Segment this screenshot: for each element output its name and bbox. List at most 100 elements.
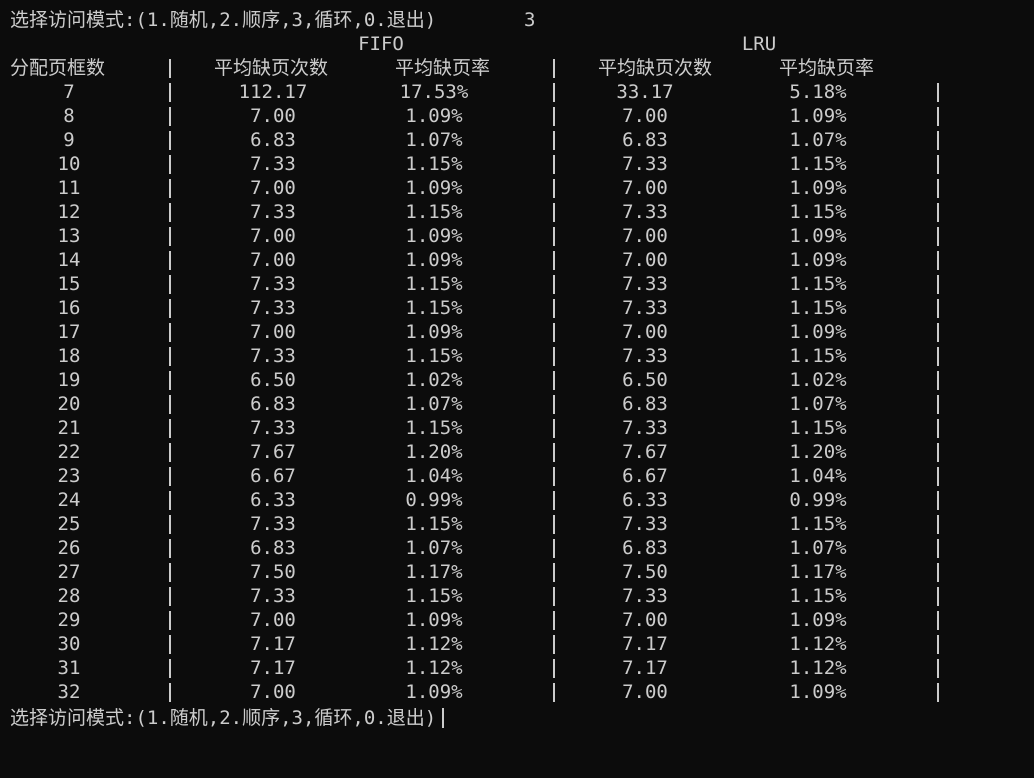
lru-rate-cell: 1.17% xyxy=(789,561,847,583)
column-separator xyxy=(937,203,939,222)
column-separator xyxy=(169,299,171,318)
column-separator xyxy=(553,443,555,462)
table-row: 31 7.17 1.12% 7.17 1.12% xyxy=(0,656,1034,680)
prompt-text: 选择访问模式:(1.随机,2.顺序,3,循环,0.退出) xyxy=(10,9,437,31)
fifo-rate-cell: 1.09% xyxy=(405,225,463,247)
column-separator xyxy=(169,467,171,486)
lru-faults-cell: 7.33 xyxy=(622,273,668,295)
column-separator xyxy=(169,227,171,246)
fifo-faults-cell: 6.33 xyxy=(250,489,296,511)
fifo-rate-cell: 1.15% xyxy=(405,201,463,223)
lru-faults-cell: 7.00 xyxy=(622,681,668,703)
fifo-faults-cell: 7.00 xyxy=(250,681,296,703)
column-separator xyxy=(937,635,939,654)
column-separator xyxy=(937,419,939,438)
column-separator xyxy=(553,563,555,582)
column-separator xyxy=(937,659,939,678)
column-separator xyxy=(553,275,555,294)
fifo-faults-cell: 7.67 xyxy=(250,441,296,463)
fifo-rate-cell: 1.15% xyxy=(405,345,463,367)
lru-rate-cell: 1.15% xyxy=(789,297,847,319)
fifo-rate-cell: 1.12% xyxy=(405,633,463,655)
fifo-rate-cell: 1.07% xyxy=(405,129,463,151)
column-separator xyxy=(937,83,939,102)
column-separator xyxy=(169,563,171,582)
frames-cell: 31 xyxy=(57,657,81,679)
column-separator xyxy=(937,323,939,342)
lru-rate-cell: 1.20% xyxy=(789,441,847,463)
prompt-input: 3 xyxy=(524,9,536,31)
table-row: 25 7.33 1.15% 7.33 1.15% xyxy=(0,512,1034,536)
frames-cell: 20 xyxy=(57,393,81,415)
lru-rate-cell: 1.15% xyxy=(789,201,847,223)
column-separator xyxy=(937,395,939,414)
prompt-text: 选择访问模式:(1.随机,2.顺序,3,循环,0.退出) xyxy=(10,706,445,730)
column-separator xyxy=(169,131,171,150)
fifo-faults-cell: 7.33 xyxy=(250,345,296,367)
column-separator xyxy=(169,395,171,414)
column-separator xyxy=(169,107,171,126)
column-separator xyxy=(937,515,939,534)
fifo-rate-cell: 1.09% xyxy=(405,681,463,703)
column-separator xyxy=(169,179,171,198)
lru-rate-cell: 1.09% xyxy=(789,321,847,343)
column-separator xyxy=(937,587,939,606)
fifo-rate-cell: 1.17% xyxy=(405,561,463,583)
frames-cell: 17 xyxy=(57,321,81,343)
lru-faults-cell: 7.67 xyxy=(622,441,668,463)
column-separator xyxy=(553,131,555,150)
table-row: 15 7.33 1.15% 7.33 1.15% xyxy=(0,272,1034,296)
table-row: 20 6.83 1.07% 6.83 1.07% xyxy=(0,392,1034,416)
fifo-rate-cell: 1.07% xyxy=(405,393,463,415)
lru-rate-cell: 1.09% xyxy=(789,225,847,247)
lru-rate-cell: 1.15% xyxy=(789,345,847,367)
header-fifo-faults: 平均缺页次数 xyxy=(214,57,329,79)
fifo-faults-cell: 7.00 xyxy=(250,225,296,247)
table-row: 17 7.00 1.09% 7.00 1.09% xyxy=(0,320,1034,344)
fifo-faults-cell: 6.83 xyxy=(250,393,296,415)
column-separator xyxy=(169,635,171,654)
lru-rate-cell: 1.07% xyxy=(789,393,847,415)
lru-rate-cell: 1.02% xyxy=(789,369,847,391)
column-separator xyxy=(937,539,939,558)
terminal-window[interactable]: 选择访问模式:(1.随机,2.顺序,3,循环,0.退出) 3 FIFO LRU … xyxy=(0,0,1034,739)
column-separator xyxy=(937,347,939,366)
lru-faults-cell: 7.33 xyxy=(622,297,668,319)
fifo-faults-cell: 7.33 xyxy=(250,297,296,319)
fifo-rate-cell: 1.20% xyxy=(405,441,463,463)
lru-faults-cell: 7.00 xyxy=(622,177,668,199)
frames-cell: 14 xyxy=(57,249,81,271)
lru-rate-cell: 1.09% xyxy=(789,249,847,271)
column-separator xyxy=(553,611,555,630)
fifo-rate-cell: 1.15% xyxy=(405,153,463,175)
column-separator xyxy=(553,203,555,222)
fifo-faults-cell: 7.33 xyxy=(250,273,296,295)
table-row: 28 7.33 1.15% 7.33 1.15% xyxy=(0,584,1034,608)
column-separator xyxy=(169,611,171,630)
frames-cell: 9 xyxy=(63,129,75,151)
column-separator xyxy=(937,227,939,246)
fifo-faults-cell: 7.33 xyxy=(250,513,296,535)
column-separator xyxy=(169,539,171,558)
column-separator xyxy=(169,203,171,222)
column-separator xyxy=(169,683,171,702)
column-separator xyxy=(937,131,939,150)
lru-faults-cell: 7.00 xyxy=(622,249,668,271)
lru-rate-cell: 1.12% xyxy=(789,633,847,655)
column-separator xyxy=(553,347,555,366)
column-separator xyxy=(553,587,555,606)
lru-faults-cell: 7.33 xyxy=(622,513,668,535)
column-separator xyxy=(937,107,939,126)
fifo-faults-cell: 7.50 xyxy=(250,561,296,583)
frames-cell: 23 xyxy=(57,465,81,487)
lru-rate-cell: 1.09% xyxy=(789,609,847,631)
lru-faults-cell: 7.33 xyxy=(622,585,668,607)
column-separator xyxy=(169,659,171,678)
table-row: 30 7.17 1.12% 7.17 1.12% xyxy=(0,632,1034,656)
table-row: 22 7.67 1.20% 7.67 1.20% xyxy=(0,440,1034,464)
table-row: 11 7.00 1.09% 7.00 1.09% xyxy=(0,176,1034,200)
lru-rate-cell: 5.18% xyxy=(789,81,847,103)
table-row: 10 7.33 1.15% 7.33 1.15% xyxy=(0,152,1034,176)
column-separator xyxy=(937,491,939,510)
column-separator xyxy=(169,323,171,342)
